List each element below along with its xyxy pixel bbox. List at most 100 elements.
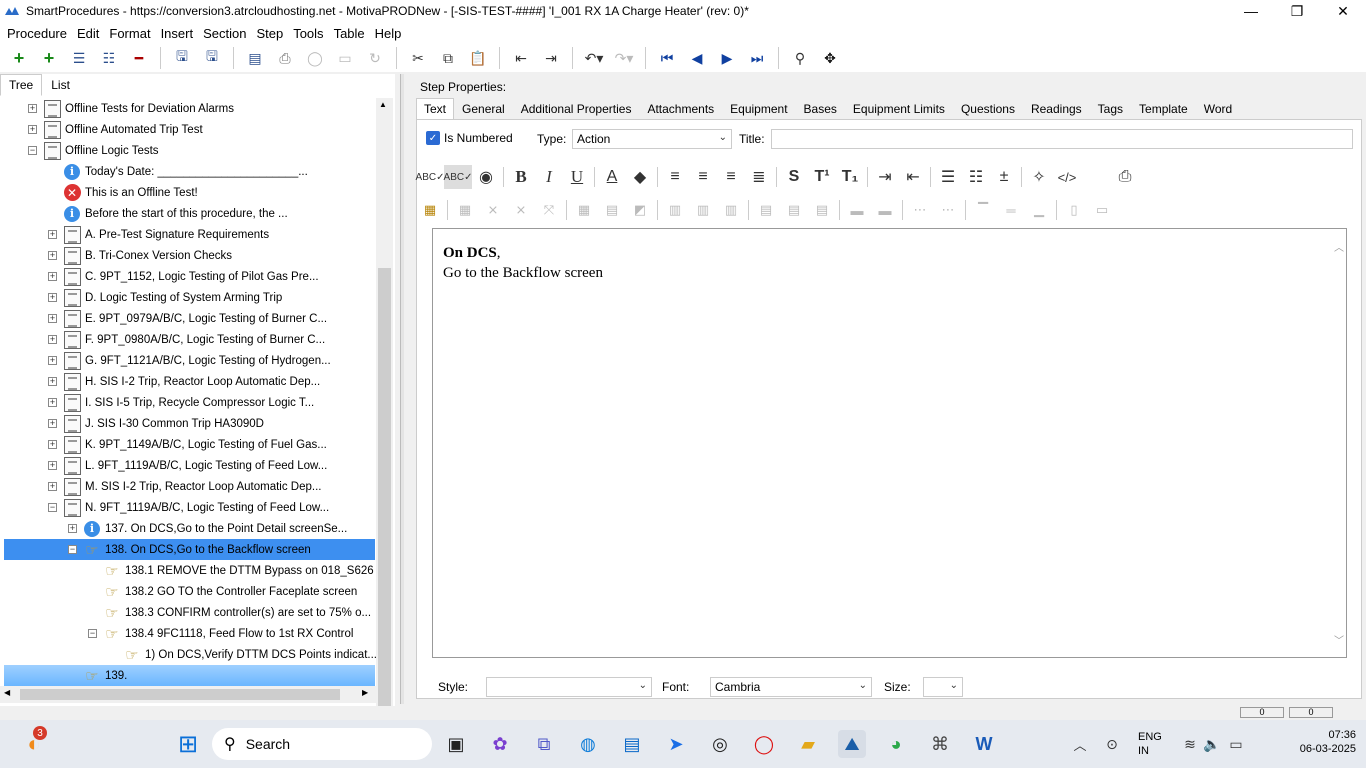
scroll-down-icon[interactable]: ﹀	[1334, 632, 1344, 647]
tab-readings[interactable]: Readings	[1023, 98, 1090, 120]
font-color-icon[interactable]: A	[598, 165, 626, 189]
step-text-editor[interactable]: On DCS, Go to the Backflow screen ︿ ﹀	[432, 228, 1347, 658]
menu-step[interactable]: Step	[251, 26, 288, 41]
battery-icon[interactable]: ▭	[1222, 730, 1250, 758]
add-icon[interactable]: +	[8, 47, 30, 69]
increase-indent-icon[interactable]: ⇥	[871, 165, 899, 189]
strikethrough-icon[interactable]: S	[780, 165, 808, 189]
align-right-icon[interactable]: ≡	[717, 165, 745, 189]
network-status-icon[interactable]: ⊙	[1098, 730, 1126, 758]
menu-table[interactable]: Table	[329, 26, 370, 41]
scroll-left-icon[interactable]: ◀	[4, 688, 10, 697]
power-automate-icon[interactable]: ➤	[662, 730, 690, 758]
move-icon[interactable]: ✥	[819, 47, 841, 69]
align-bottom-icon[interactable]: ▁	[1027, 200, 1051, 220]
edge-icon[interactable]: ◍	[574, 730, 602, 758]
chevron-up-icon[interactable]: ︿	[1066, 730, 1094, 758]
expand-icon[interactable]: +	[48, 272, 57, 281]
tree-node[interactable]: + D. Logic Testing of System Arming Trip	[4, 287, 375, 308]
tree-node[interactable]: − Offline Logic Tests	[4, 140, 375, 161]
find-icon[interactable]: ⚲	[789, 47, 811, 69]
menu-help[interactable]: Help	[370, 26, 407, 41]
cut-icon[interactable]: ✂	[407, 47, 429, 69]
expand-icon[interactable]: +	[48, 314, 57, 323]
menu-format[interactable]: Format	[104, 26, 155, 41]
remove-icon[interactable]: ━	[128, 47, 150, 69]
previous-icon[interactable]: ◀	[686, 47, 708, 69]
table-delete-icon[interactable]: ⨯	[481, 200, 505, 220]
expand-icon[interactable]: +	[48, 398, 57, 407]
tree-node[interactable]: − ☞ 138. On DCS,Go to the Backflow screen	[4, 539, 375, 560]
is-numbered-checkbox[interactable]: ✓	[426, 131, 440, 145]
magic-wand-icon[interactable]: ✧	[1025, 165, 1053, 189]
align-middle-icon[interactable]: ═	[999, 200, 1023, 220]
merge-cells-icon[interactable]: ▬	[845, 200, 869, 220]
tab-general[interactable]: General	[454, 98, 513, 120]
cell-height-icon[interactable]: ▯	[1062, 200, 1086, 220]
underline-icon[interactable]: U	[563, 165, 591, 189]
insert-row-below-icon[interactable]: ▤	[782, 200, 806, 220]
minimize-button[interactable]: —	[1228, 0, 1274, 22]
expand-icon[interactable]: +	[28, 104, 37, 113]
table-edit-icon[interactable]: ▦	[453, 200, 477, 220]
print-icon[interactable]: ⎙	[274, 47, 296, 69]
bullet-list-icon[interactable]: ☰	[934, 165, 962, 189]
task-view-icon[interactable]: ▣	[442, 730, 470, 758]
menu-section[interactable]: Section	[198, 26, 251, 41]
expand-icon[interactable]: +	[48, 356, 57, 365]
bold-icon[interactable]: B	[507, 165, 535, 189]
tree-node[interactable]: − N. 9FT_1119A/B/C, Logic Testing of Feed…	[4, 497, 375, 518]
pane-splitter[interactable]	[400, 74, 404, 704]
close-button[interactable]: ✕	[1320, 0, 1366, 22]
tab-attachments[interactable]: Attachments	[639, 98, 722, 120]
save-all-icon[interactable]: 🖫	[201, 47, 223, 69]
table-props-icon[interactable]: ▦	[572, 200, 596, 220]
table-merge-icon[interactable]: ⤧	[537, 200, 561, 220]
outdent-icon[interactable]: ⇤	[510, 47, 532, 69]
expand-icon[interactable]: +	[48, 251, 57, 260]
copy-icon[interactable]: ⧉	[437, 47, 459, 69]
html-code-icon[interactable]: </>	[1053, 165, 1081, 189]
language-indicator[interactable]: ENG IN	[1138, 730, 1162, 758]
tree-node[interactable]: + H. SIS I-2 Trip, Reactor Loop Automatic…	[4, 371, 375, 392]
expand-icon[interactable]: +	[48, 461, 57, 470]
smartprocedures-taskbar-icon[interactable]: ⛰	[838, 730, 866, 758]
tree-node[interactable]: + M. SIS I-2 Trip, Reactor Loop Automatic…	[4, 476, 375, 497]
italic-icon[interactable]: I	[535, 165, 563, 189]
list-icon[interactable]: ☰	[68, 47, 90, 69]
expand-icon[interactable]: +	[48, 230, 57, 239]
expand-icon[interactable]: +	[28, 125, 37, 134]
redo-flow-icon[interactable]: ↻	[364, 47, 386, 69]
row-height-icon[interactable]: ⋯	[936, 200, 960, 220]
numbered-list-icon[interactable]: ☷	[962, 165, 990, 189]
tree-node[interactable]: + G. 9FT_1121A/B/C, Logic Testing of Hydr…	[4, 350, 375, 371]
tab-additional-properties[interactable]: Additional Properties	[513, 98, 640, 120]
tab-equipment-limits[interactable]: Equipment Limits	[845, 98, 953, 120]
title-input[interactable]	[771, 129, 1353, 149]
maximize-button[interactable]: ❐	[1274, 0, 1320, 22]
editor-content[interactable]: On DCS, Go to the Backflow screen	[443, 243, 603, 283]
table-delete-cell-icon[interactable]: ⨯	[509, 200, 533, 220]
tree-node[interactable]: + Offline Tests for Deviation Alarms	[4, 98, 375, 119]
subscript-icon[interactable]: T₁	[836, 165, 864, 189]
word-icon[interactable]: W	[970, 730, 998, 758]
tree-node[interactable]: + A. Pre-Test Signature Requirements	[4, 224, 375, 245]
last-icon[interactable]: ⏭	[746, 47, 768, 69]
align-left-icon[interactable]: ≡	[661, 165, 689, 189]
superscript-icon[interactable]: T¹	[808, 165, 836, 189]
store-icon[interactable]: ▤	[618, 730, 646, 758]
menu-tools[interactable]: Tools	[288, 26, 328, 41]
save-icon[interactable]: 🖫	[171, 47, 193, 69]
font-select[interactable]: Cambria ⌄	[710, 677, 872, 697]
cell-props-icon[interactable]: ▤	[600, 200, 624, 220]
export-icon[interactable]: ▤	[244, 47, 266, 69]
tree-node[interactable]: i Before the start of this procedure, the…	[4, 203, 375, 224]
tree-horizontal-scrollbar[interactable]: ◀ ▶	[0, 686, 376, 703]
start-icon[interactable]: ⊞	[174, 730, 202, 758]
expand-icon[interactable]: +	[48, 440, 57, 449]
clock[interactable]: 07:36 06-03-2025	[1300, 728, 1356, 756]
size-select[interactable]: ⌄	[923, 677, 963, 697]
align-center-icon[interactable]: ≡	[689, 165, 717, 189]
tab-template[interactable]: Template	[1131, 98, 1196, 120]
tree-node[interactable]: + F. 9PT_0980A/B/C, Logic Testing of Burn…	[4, 329, 375, 350]
